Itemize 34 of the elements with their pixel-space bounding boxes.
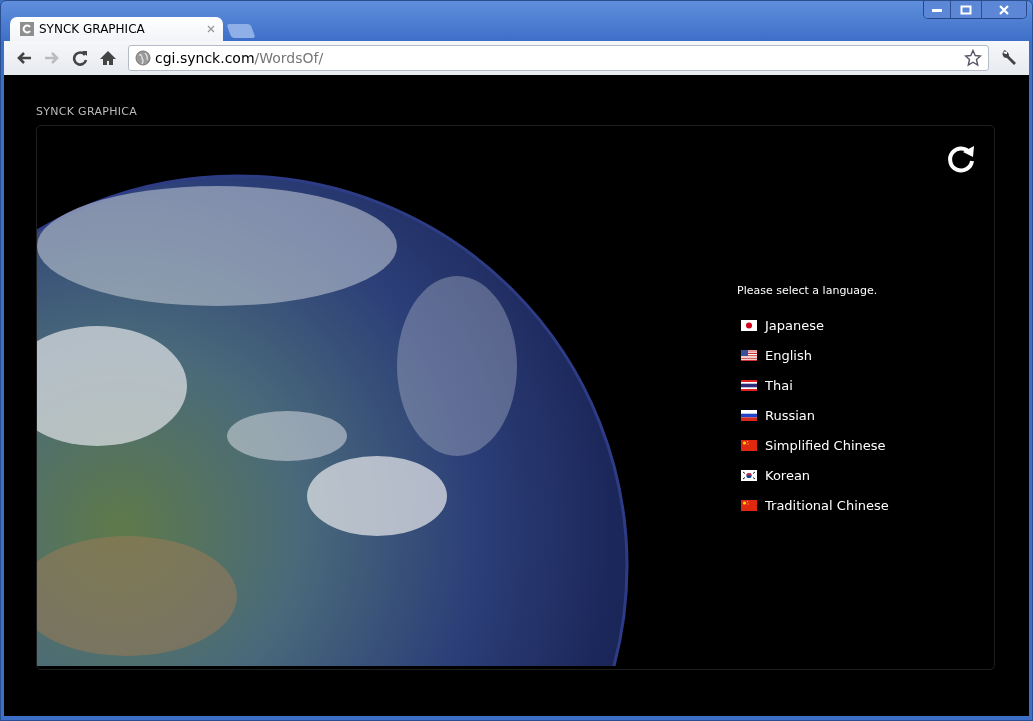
flag-icon	[741, 439, 757, 451]
reload-icon[interactable]	[946, 144, 976, 174]
url-text: cgi.synck.com/WordsOf/	[155, 50, 324, 66]
language-link[interactable]: Thai	[765, 377, 793, 393]
language-link[interactable]: Simplified Chinese	[765, 437, 886, 453]
flag-icon	[741, 499, 757, 511]
minimize-button[interactable]	[924, 1, 950, 18]
close-icon[interactable]	[207, 25, 215, 33]
language-link[interactable]: Korean	[765, 467, 811, 483]
reload-icon	[72, 50, 88, 66]
close-icon	[998, 4, 1010, 15]
flag-icon	[741, 379, 757, 391]
language-link[interactable]: English	[765, 347, 812, 363]
close-button[interactable]	[981, 1, 1026, 18]
forward-arrow-icon	[44, 51, 60, 65]
language-link[interactable]: Traditional Chinese	[765, 497, 889, 513]
language-link[interactable]: Russian	[765, 407, 816, 423]
tab-title: SYNCK GRAPHICA	[39, 22, 146, 36]
globe-icon	[135, 50, 151, 66]
home-icon	[99, 50, 117, 66]
star-icon[interactable]	[964, 49, 982, 67]
maximize-button[interactable]	[950, 1, 981, 18]
favicon-icon	[20, 22, 34, 36]
maximize-icon	[960, 4, 972, 15]
flag-icon	[741, 409, 757, 421]
flag-icon	[741, 319, 757, 331]
address-field[interactable]: cgi.synck.com/WordsOf/	[128, 45, 989, 71]
language-prompt: Please select a language.	[737, 284, 879, 297]
site-title: SYNCK GRAPHICA	[36, 105, 139, 118]
language-link[interactable]: Japanese	[765, 317, 825, 333]
flag-icon	[741, 349, 757, 361]
flag-icon	[741, 469, 757, 481]
back-arrow-icon	[16, 51, 32, 65]
browser-tab[interactable]: SYNCK GRAPHICA	[10, 17, 223, 41]
